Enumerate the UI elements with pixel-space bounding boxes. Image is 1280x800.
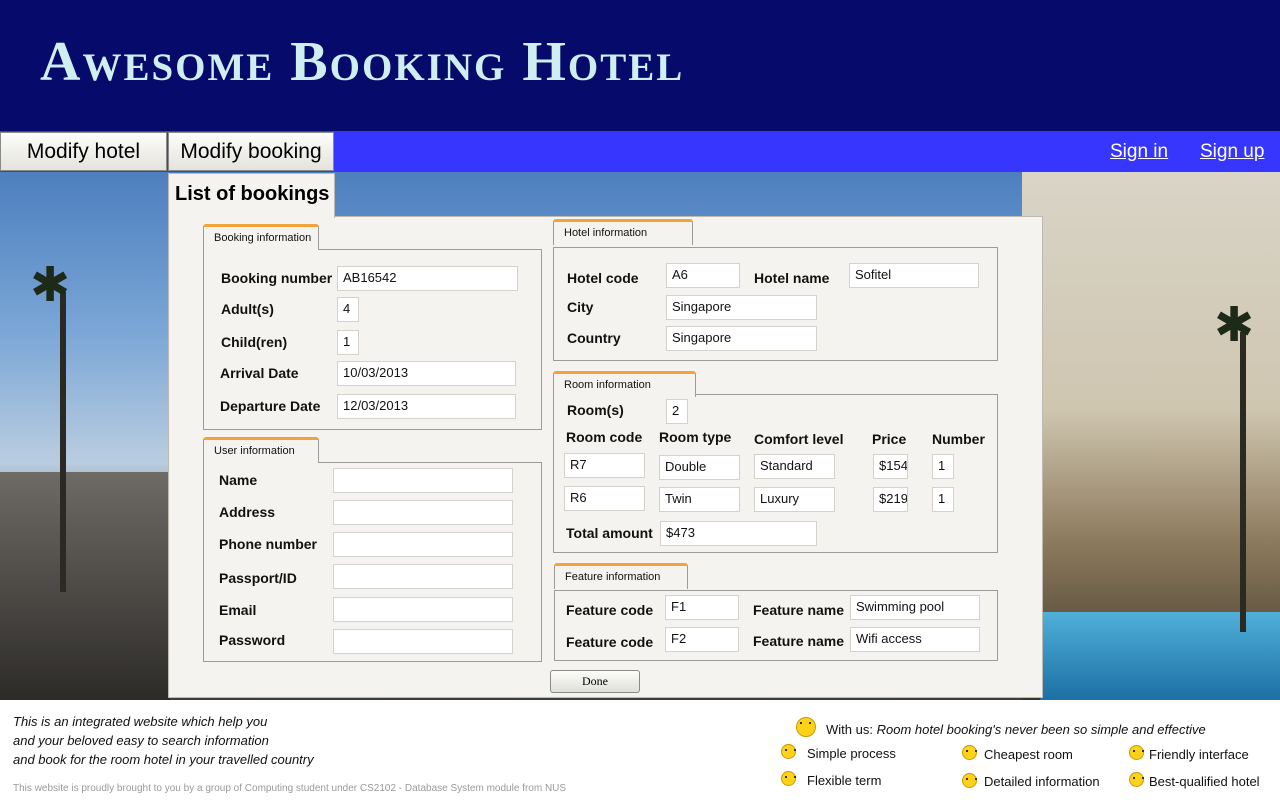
modify-hotel-button[interactable]: Modify hotel <box>0 132 167 171</box>
smiley-icon <box>1129 745 1144 760</box>
with-us-slogan: Room hotel booking's never been so simpl… <box>876 722 1206 737</box>
feature-name-field[interactable]: Swimming pool <box>850 595 980 620</box>
password-label: Password <box>219 632 286 648</box>
children-field[interactable]: 1 <box>337 330 359 355</box>
address-label: Address <box>219 504 276 520</box>
country-field[interactable]: Singapore <box>666 326 817 351</box>
intro-line: and book for the room hotel in your trav… <box>13 752 314 767</box>
rooms-label: Room(s) <box>567 402 624 418</box>
modify-booking-button[interactable]: Modify booking <box>168 132 334 171</box>
hotel-info-tab[interactable]: Hotel information <box>553 219 693 245</box>
feature-name-label: Feature name <box>753 633 845 649</box>
email-label: Email <box>219 602 257 618</box>
smiley-icon <box>1129 772 1144 787</box>
sign-in-link[interactable]: Sign in <box>1110 141 1168 163</box>
done-button[interactable]: Done <box>550 670 640 693</box>
feature-simple-process: Simple process <box>807 746 896 761</box>
nav-bar: Modify hotel Modify booking Sign in Sign… <box>0 131 1280 172</box>
smiley-icon <box>781 744 796 759</box>
comfort-level-field[interactable]: Standard <box>754 454 835 479</box>
feature-info-tab[interactable]: Feature information <box>554 563 688 589</box>
name-field[interactable] <box>333 468 513 493</box>
smiley-icon <box>796 717 816 737</box>
price-field[interactable]: $154 <box>873 454 908 479</box>
adults-label: Adult(s) <box>221 301 274 317</box>
room-code-field[interactable]: R7 <box>564 453 645 478</box>
password-field[interactable] <box>333 629 513 654</box>
room-type-field[interactable]: Double <box>659 455 740 480</box>
feature-code-label: Feature code <box>566 634 654 650</box>
feature-friendly-interface: Friendly interface <box>1149 747 1249 762</box>
col-room-type: Room type <box>659 429 732 445</box>
arrival-date-field[interactable]: 10/03/2013 <box>337 361 516 386</box>
number-field[interactable]: 1 <box>932 454 954 479</box>
with-us-label: With us: <box>826 722 873 737</box>
list-of-bookings-tab[interactable]: List of bookings <box>168 173 335 218</box>
comfort-level-field[interactable]: Luxury <box>754 487 835 512</box>
feature-code-field[interactable]: F2 <box>665 627 739 652</box>
feature-flexible-term: Flexible term <box>807 773 882 788</box>
room-code-field[interactable]: R6 <box>564 486 645 511</box>
total-amount-field[interactable]: $473 <box>660 521 817 546</box>
booking-info-tab[interactable]: Booking information <box>203 224 319 250</box>
address-field[interactable] <box>333 500 513 525</box>
passport-field[interactable] <box>333 564 513 589</box>
city-label: City <box>567 299 594 315</box>
hotel-name-field[interactable]: Sofitel <box>849 263 979 288</box>
col-room-code: Room code <box>566 429 643 445</box>
footer: This is an integrated website which help… <box>0 700 1280 800</box>
booking-number-label: Booking number <box>221 270 333 286</box>
palm-trunk <box>60 292 66 592</box>
feature-code-field[interactable]: F1 <box>665 595 739 620</box>
feature-best-qualified-hotel: Best-qualified hotel <box>1149 774 1260 789</box>
departure-date-label: Departure Date <box>220 398 321 414</box>
departure-date-field[interactable]: 12/03/2013 <box>337 394 516 419</box>
col-price: Price <box>872 431 907 447</box>
room-type-field[interactable]: Twin <box>659 487 740 512</box>
smiley-icon <box>962 773 977 788</box>
hotel-code-field[interactable]: A6 <box>666 263 740 288</box>
country-label: Country <box>567 330 621 346</box>
feature-detailed-information: Detailed information <box>984 774 1100 789</box>
adults-field[interactable]: 4 <box>337 297 359 322</box>
children-label: Child(ren) <box>221 334 288 350</box>
site-title: Awesome Booking Hotel <box>40 31 685 93</box>
room-info-tab[interactable]: Room information <box>553 371 696 397</box>
arrival-date-label: Arrival Date <box>220 365 299 381</box>
intro-line: and your beloved easy to search informat… <box>13 733 269 748</box>
feature-cheapest-room: Cheapest room <box>984 747 1073 762</box>
palm-leaves-icon: ✱ <box>1214 299 1255 352</box>
sign-up-link[interactable]: Sign up <box>1200 141 1264 163</box>
rooms-field[interactable]: 2 <box>666 399 688 424</box>
smiley-icon <box>962 745 977 760</box>
feature-name-label: Feature name <box>753 602 845 618</box>
user-info-tab[interactable]: User information <box>203 437 319 463</box>
palm-trunk <box>1240 332 1246 632</box>
number-field[interactable]: 1 <box>932 487 954 512</box>
email-field[interactable] <box>333 597 513 622</box>
total-amount-label: Total amount <box>566 525 653 541</box>
name-label: Name <box>219 472 258 488</box>
city-field[interactable]: Singapore <box>666 295 817 320</box>
phone-field[interactable] <box>333 532 513 557</box>
palm-leaves-icon: ✱ <box>30 259 71 312</box>
col-number: Number <box>932 431 985 447</box>
intro-text: This is an integrated website which help… <box>13 712 314 769</box>
hotel-name-label: Hotel name <box>754 270 830 286</box>
booking-number-field[interactable]: AB16542 <box>337 266 518 291</box>
credit-text: This website is proudly brought to you b… <box>13 783 567 794</box>
feature-name-field[interactable]: Wifi access <box>850 627 980 652</box>
phone-label: Phone number <box>219 536 318 552</box>
passport-label: Passport/ID <box>219 570 297 586</box>
site-header: Awesome Booking Hotel <box>0 0 1280 131</box>
with-us-text: With us: Room hotel booking's never been… <box>826 722 1206 737</box>
cabana-image <box>0 472 170 700</box>
col-comfort-level: Comfort level <box>754 431 844 447</box>
smiley-icon <box>781 771 796 786</box>
intro-line: This is an integrated website which help… <box>13 714 268 729</box>
hotel-code-label: Hotel code <box>567 270 639 286</box>
feature-code-label: Feature code <box>566 602 654 618</box>
price-field[interactable]: $219 <box>873 487 908 512</box>
